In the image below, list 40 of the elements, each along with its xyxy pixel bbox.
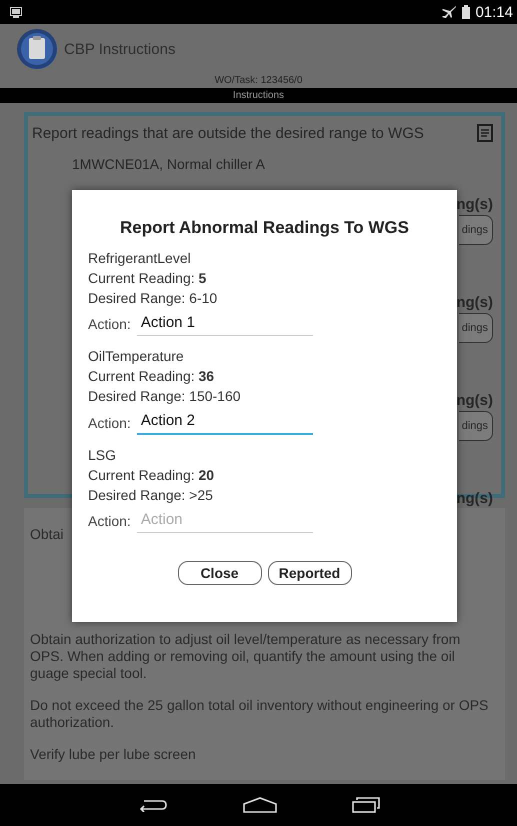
action-label: Action: <box>88 315 131 334</box>
current-reading: Current Reading: 5 <box>88 269 206 288</box>
close-button[interactable]: Close <box>178 561 262 585</box>
reported-button[interactable]: Reported <box>268 561 352 585</box>
abnormal-count-label: ng(s) <box>456 490 493 507</box>
app-icon[interactable] <box>16 28 58 70</box>
action-label: Action: <box>88 414 131 432</box>
section-header: Instructions <box>0 88 517 103</box>
wo-task-label: WO/Task: 123456/0 <box>214 74 302 88</box>
notes-icon[interactable] <box>477 124 493 142</box>
abnormal-count-label: ng(s) <box>456 392 493 409</box>
step-text: Obtain authorization to adjust oil level/temperature as necessary from OPS. When adding or removing oil, quantify the amount using the oil guage special tool. <box>30 631 462 682</box>
instruction-text: Report readings that are outside the desired range to WGS <box>32 124 424 142</box>
reading-name: OilTemperature <box>88 347 184 366</box>
action-label: Action: <box>88 512 131 531</box>
readings-button[interactable]: dings <box>458 313 493 343</box>
battery-icon <box>462 5 470 19</box>
reading-name: RefrigerantLevel <box>88 249 191 268</box>
step-text: Do not exceed the 25 gallon total oil inventory without engineering or OPS authorization. <box>30 697 490 731</box>
desired-range: Desired Range: 150-160 <box>88 387 241 406</box>
home-icon[interactable] <box>242 797 276 813</box>
back-icon[interactable] <box>138 798 168 812</box>
recents-icon[interactable] <box>352 797 380 813</box>
abnormal-count-label: ng(s) <box>456 294 493 311</box>
current-reading: Current Reading: 36 <box>88 367 214 386</box>
desired-range: Desired Range: >25 <box>88 486 213 505</box>
desired-range: Desired Range: 6-10 <box>88 289 218 308</box>
dialog-title: Report Abnormal Readings To WGS <box>120 218 409 238</box>
status-time: 01:14 <box>475 4 513 20</box>
readings-button[interactable]: dings <box>458 215 493 245</box>
step-text: Obtai <box>30 526 64 543</box>
current-reading: Current Reading: 20 <box>88 466 214 485</box>
equipment-label: 1MWCNE01A, Normal chiller A <box>72 156 266 172</box>
app-title: CBP Instructions <box>64 40 176 58</box>
airplane-icon <box>441 5 458 19</box>
notification-icon <box>10 6 22 18</box>
abnormal-count-label: ng(s) <box>456 196 493 213</box>
reading-name: LSG <box>88 446 116 465</box>
readings-button[interactable]: dings <box>458 411 493 441</box>
step-text: Verify lube per lube screen <box>30 746 197 763</box>
